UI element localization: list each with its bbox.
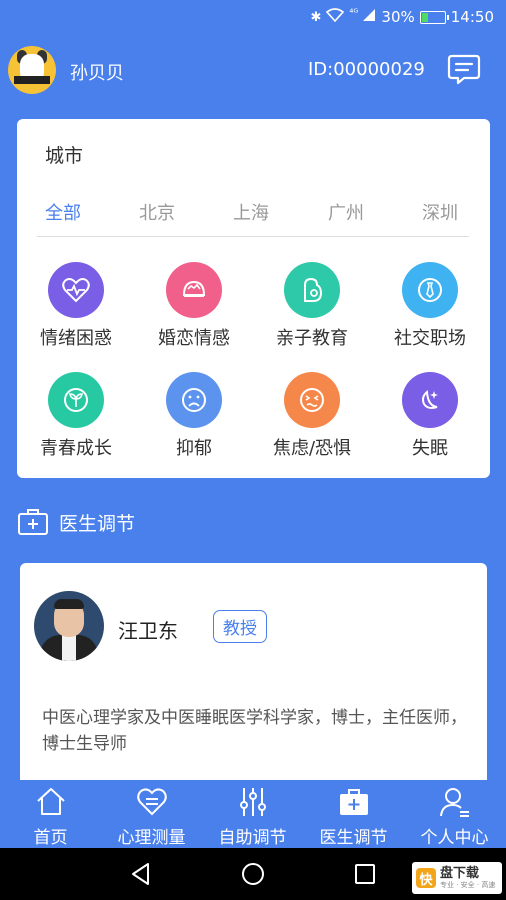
clock: 14:50 xyxy=(450,8,494,26)
tie-icon xyxy=(418,278,442,302)
category-emotional-confusion[interactable]: 情绪困惑 xyxy=(17,262,135,350)
tab-beijing[interactable]: 北京 xyxy=(139,199,175,225)
category-circle xyxy=(48,262,104,318)
heart-test-icon xyxy=(136,788,167,816)
doctor-title-badge: 教授 xyxy=(213,610,267,643)
message-icon[interactable] xyxy=(446,51,482,87)
category-depression[interactable]: 抑郁 xyxy=(135,372,253,460)
sliders-icon xyxy=(239,788,266,816)
sad-face-icon xyxy=(182,388,206,412)
username: 孙贝贝 xyxy=(70,63,124,84)
user-id: ID:00000029 xyxy=(308,59,425,80)
nav-profile[interactable]: 个人中心 xyxy=(404,785,505,848)
tab-guangzhou[interactable]: 广州 xyxy=(328,199,364,225)
watermark-logo: 快 盘下载 专业 · 安全 · 高速 xyxy=(412,862,502,894)
anxious-face-icon xyxy=(300,388,324,412)
category-card: 城市 全部 北京 上海 广州 深圳 情绪困惑 婚恋情感 亲子教育 社交职场 青春… xyxy=(17,119,490,478)
bluetooth-icon: ✱ xyxy=(310,9,322,25)
category-parenting[interactable]: 亲子教育 xyxy=(253,262,371,350)
medical-kit-icon xyxy=(339,789,368,815)
category-label: 失眠 xyxy=(412,438,448,459)
category-label: 亲子教育 xyxy=(276,328,348,349)
doctor-name: 汪卫东 xyxy=(118,619,178,643)
nav-label: 心理测量 xyxy=(117,828,186,848)
wifi-icon xyxy=(326,8,345,26)
user-icon xyxy=(439,788,469,817)
moon-stars-icon xyxy=(422,389,438,409)
watermark-main: 盘下载 xyxy=(440,865,480,881)
category-label: 婚恋情感 xyxy=(158,328,230,349)
doctor-description: 中医心理学家及中医睡眠医学科学家，博士，主任医师，博士生导师 xyxy=(42,708,467,754)
sprout-icon xyxy=(64,388,88,412)
recents-icon[interactable] xyxy=(352,861,378,887)
battery-icon xyxy=(419,10,449,24)
tab-shenzhen[interactable]: 深圳 xyxy=(422,199,458,225)
avatar[interactable] xyxy=(8,46,56,94)
watermark-sub: 专业 · 安全 · 高速 xyxy=(440,880,496,889)
nav-doctor[interactable]: 医生调节 xyxy=(303,785,404,848)
category-social-workplace[interactable]: 社交职场 xyxy=(371,262,489,350)
doctor-section-title: 医生调节 xyxy=(59,512,136,535)
tab-shanghai[interactable]: 上海 xyxy=(233,199,269,225)
category-label: 焦虑/恐惧 xyxy=(272,438,352,459)
medical-kit-icon xyxy=(18,509,48,535)
mother-child-icon xyxy=(304,277,323,302)
doctor-card[interactable]: 汪卫东 教授 中医心理学家及中医睡眠医学科学家，博士，主任医师，博士生导师 xyxy=(20,563,487,793)
profile-header: 孙贝贝 ID:00000029 xyxy=(0,40,506,100)
category-label: 抑郁 xyxy=(176,438,212,459)
city-title: 城市 xyxy=(45,145,84,167)
category-youth-growth[interactable]: 青春成长 xyxy=(17,372,135,460)
nav-psych-test[interactable]: 心理测量 xyxy=(101,785,202,848)
tab-all[interactable]: 全部 xyxy=(45,199,81,225)
rings-icon xyxy=(182,280,206,297)
battery-fill xyxy=(421,12,429,22)
city-tabs: 全部 北京 上海 广州 深圳 xyxy=(37,197,469,237)
category-label: 情绪困惑 xyxy=(40,328,112,349)
nav-label: 自助调节 xyxy=(218,828,287,848)
category-romance[interactable]: 婚恋情感 xyxy=(135,262,253,350)
doctor-photo xyxy=(34,591,104,661)
category-anxiety-fear[interactable]: 焦虑/恐惧 xyxy=(253,372,371,460)
nav-label: 首页 xyxy=(33,828,68,848)
watermark-mark: 快 xyxy=(416,868,436,888)
back-icon[interactable] xyxy=(128,861,154,887)
home-icon xyxy=(36,788,65,815)
signal-icon: ⁴ᴳ xyxy=(349,8,376,26)
nav-home[interactable]: 首页 xyxy=(0,785,101,848)
category-label: 青春成长 xyxy=(40,438,112,459)
nav-label: 医生调节 xyxy=(319,828,388,848)
nav-self-help[interactable]: 自助调节 xyxy=(202,785,303,848)
battery-percent: 30% xyxy=(381,8,415,26)
category-label: 社交职场 xyxy=(394,328,466,349)
nav-label: 个人中心 xyxy=(420,828,489,848)
home-button-icon[interactable] xyxy=(240,861,266,887)
heart-pulse-icon xyxy=(62,278,90,303)
doctor-section-header: 医生调节 xyxy=(17,505,135,539)
bottom-nav: 首页 心理测量 自助调节 医生调节 个人中心 xyxy=(0,780,506,848)
category-insomnia[interactable]: 失眠 xyxy=(371,372,489,460)
status-bar: ✱ ⁴ᴳ 30% 14:50 xyxy=(0,0,506,34)
